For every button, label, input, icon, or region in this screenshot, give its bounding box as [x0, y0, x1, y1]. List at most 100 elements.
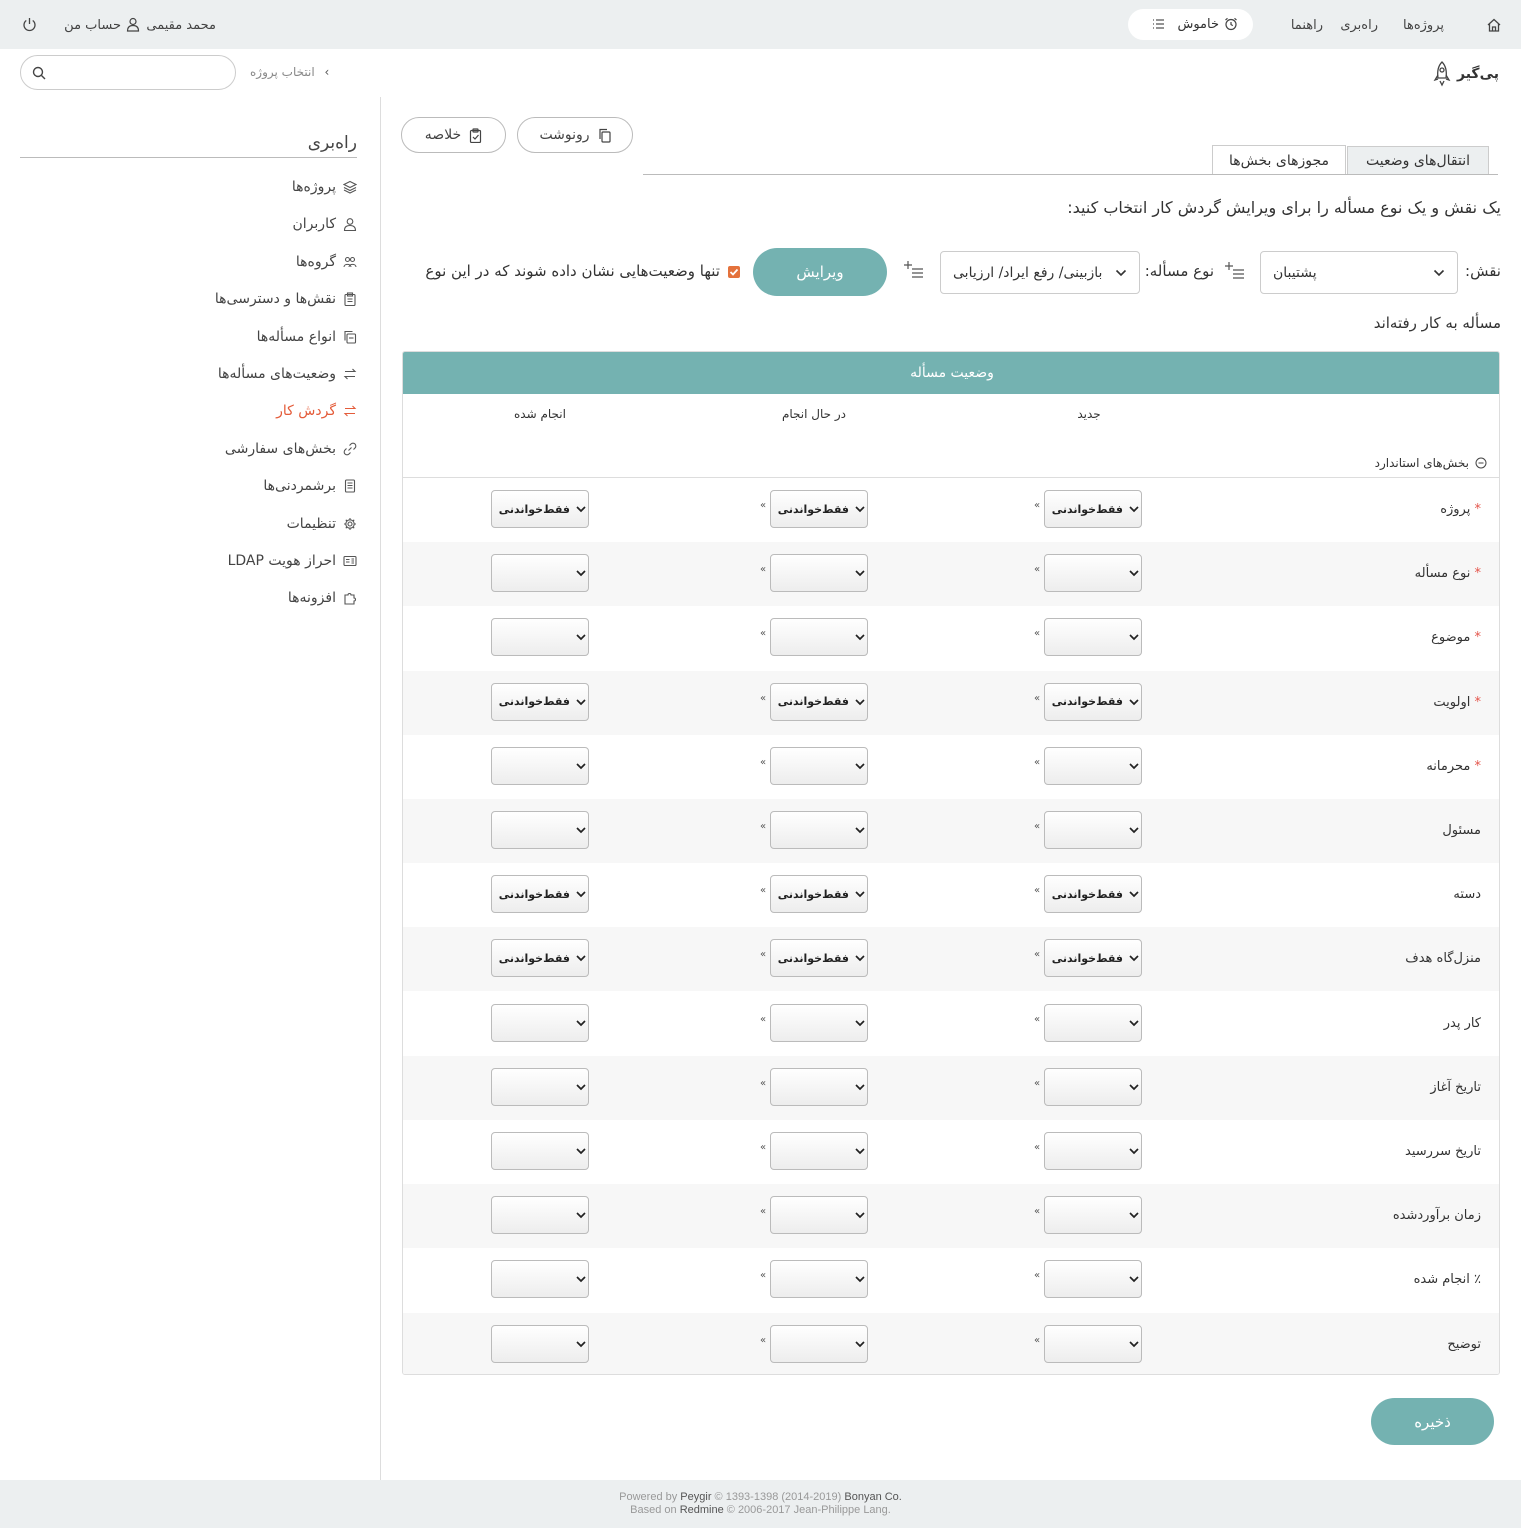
permission-select[interactable]: فقط‌خواندنی	[491, 939, 589, 978]
copy-arrow[interactable]: »	[1034, 500, 1040, 511]
permission-select[interactable]	[1044, 1132, 1142, 1170]
copy-arrow[interactable]: »	[760, 1335, 766, 1346]
copy-arrow[interactable]: »	[1034, 821, 1040, 832]
copy-arrow[interactable]: »	[760, 1142, 766, 1153]
permission-select[interactable]	[770, 618, 868, 657]
sidebar-item-0[interactable]: پروژه‌ها	[292, 177, 357, 197]
topnav-help[interactable]: راهنما	[1291, 18, 1323, 33]
permission-select[interactable]	[1044, 1324, 1142, 1363]
permission-select[interactable]	[770, 1003, 868, 1042]
permission-select[interactable]: فقط‌خواندنی	[770, 939, 868, 978]
power-icon[interactable]	[22, 17, 37, 32]
tab-field-permissions[interactable]: مجوزهای بخش‌ها	[1212, 145, 1346, 175]
permission-select[interactable]	[1044, 811, 1142, 849]
permission-select[interactable]: فقط‌خواندنی	[491, 875, 589, 914]
copy-arrow[interactable]: »	[1034, 1270, 1040, 1281]
sidebar-item-8[interactable]: برشمردنی‌ها	[263, 476, 357, 496]
copy-arrow[interactable]: »	[1034, 628, 1040, 639]
permission-select[interactable]	[770, 1324, 868, 1363]
sidebar-item-5[interactable]: وضعیت‌های مسأله‌ها	[218, 364, 357, 384]
home-icon[interactable]	[1486, 17, 1502, 33]
permission-select[interactable]	[491, 1196, 589, 1235]
permission-select[interactable]	[491, 1132, 589, 1170]
sidebar-item-6[interactable]: گردش کار	[276, 401, 357, 421]
copy-arrow[interactable]: »	[760, 885, 766, 896]
permission-select[interactable]	[770, 811, 868, 849]
permission-select[interactable]: فقط‌خواندنی	[1044, 939, 1142, 978]
permission-select[interactable]: فقط‌خواندنی	[1044, 490, 1142, 528]
copy-arrow[interactable]: »	[760, 564, 766, 575]
footer-peygir-link[interactable]: Peygir	[680, 1491, 711, 1503]
permission-select[interactable]	[770, 554, 868, 593]
topnav-projects[interactable]: پروژه‌ها	[1403, 18, 1444, 33]
sidebar-item-7[interactable]: بخش‌های سفارشی	[225, 439, 357, 459]
footer-company-link[interactable]: Bonyan Co.	[844, 1491, 901, 1503]
copy-arrow[interactable]: »	[760, 757, 766, 768]
permission-select[interactable]	[770, 1067, 868, 1106]
permission-select[interactable]	[1044, 1196, 1142, 1235]
footer-redmine-link[interactable]: Redmine	[680, 1504, 724, 1516]
permission-select[interactable]	[491, 1324, 589, 1363]
copy-arrow[interactable]: »	[760, 1014, 766, 1025]
only-used-checkbox[interactable]	[728, 266, 740, 278]
copy-arrow[interactable]: »	[1034, 1014, 1040, 1025]
collapse-circle-icon[interactable]	[1475, 457, 1487, 469]
breadcrumb-project-select[interactable]: › انتخاب پروژه	[250, 65, 329, 79]
copy-button[interactable]: رونوشت	[517, 117, 633, 153]
copy-arrow[interactable]: »	[760, 821, 766, 832]
copy-arrow[interactable]: »	[760, 949, 766, 960]
permission-select[interactable]	[770, 746, 868, 785]
list-icon[interactable]	[1152, 18, 1165, 30]
permission-select[interactable]	[770, 1132, 868, 1170]
permission-select[interactable]: فقط‌خواندنی	[491, 682, 589, 721]
copy-arrow[interactable]: »	[760, 693, 766, 704]
permission-select[interactable]	[491, 811, 589, 849]
search-input[interactable]	[20, 55, 236, 90]
my-account-link[interactable]: حساب من	[64, 18, 121, 33]
tab-status-transitions[interactable]: انتقال‌های وضعیت	[1347, 146, 1489, 175]
permission-select[interactable]	[1044, 746, 1142, 785]
permission-select[interactable]	[491, 746, 589, 785]
permission-select[interactable]: فقط‌خواندنی	[770, 490, 868, 528]
topnav-administration[interactable]: راه‌بری	[1340, 18, 1378, 33]
summary-button[interactable]: خلاصه	[401, 117, 506, 153]
copy-arrow[interactable]: »	[1034, 1078, 1040, 1089]
permission-select[interactable]: فقط‌خواندنی	[491, 490, 589, 528]
save-button[interactable]: ذخیره	[1371, 1398, 1494, 1445]
copy-arrow[interactable]: »	[760, 500, 766, 511]
sidebar-item-1[interactable]: کاربران	[293, 214, 357, 234]
copy-arrow[interactable]: »	[1034, 757, 1040, 768]
section-standard-fields[interactable]: بخش‌های استاندارد	[1375, 456, 1487, 470]
sidebar-item-9[interactable]: تنظیمات	[287, 514, 357, 534]
brand[interactable]: پی‌گیر	[1433, 60, 1499, 88]
permission-select[interactable]	[1044, 1003, 1142, 1042]
permission-select[interactable]	[491, 1260, 589, 1299]
copy-arrow[interactable]: »	[760, 1270, 766, 1281]
permission-select[interactable]	[1044, 618, 1142, 657]
permission-select[interactable]	[491, 618, 589, 657]
permission-select[interactable]: فقط‌خواندنی	[1044, 682, 1142, 721]
permission-select[interactable]	[770, 1196, 868, 1235]
user-name[interactable]: محمد مقیمی	[146, 18, 216, 33]
permission-select[interactable]: فقط‌خواندنی	[770, 682, 868, 721]
tracker-select[interactable]: بازبینی/ رفع ایراد/ ارزیابی	[940, 251, 1140, 294]
permission-select[interactable]	[491, 1003, 589, 1042]
permission-select[interactable]	[770, 1260, 868, 1299]
copy-arrow[interactable]: »	[760, 1078, 766, 1089]
sidebar-item-3[interactable]: نقش‌ها و دسترسی‌ها	[215, 289, 357, 309]
sidebar-item-2[interactable]: گروه‌ها	[296, 252, 357, 272]
copy-arrow[interactable]: »	[1034, 949, 1040, 960]
copy-arrow[interactable]: »	[1034, 1206, 1040, 1217]
copy-arrow[interactable]: »	[1034, 885, 1040, 896]
permission-select[interactable]: فقط‌خواندنی	[770, 875, 868, 914]
copy-arrow[interactable]: »	[760, 1206, 766, 1217]
permission-select[interactable]: فقط‌خواندنی	[1044, 875, 1142, 914]
permission-select[interactable]	[491, 554, 589, 593]
list-plus-icon[interactable]	[1224, 261, 1246, 283]
search-icon[interactable]	[32, 66, 46, 80]
edit-button[interactable]: ویرایش	[753, 248, 887, 296]
timer-toggle[interactable]: خاموش	[1128, 9, 1253, 40]
copy-arrow[interactable]: »	[760, 628, 766, 639]
copy-arrow[interactable]: »	[1034, 564, 1040, 575]
permission-select[interactable]	[491, 1067, 589, 1106]
